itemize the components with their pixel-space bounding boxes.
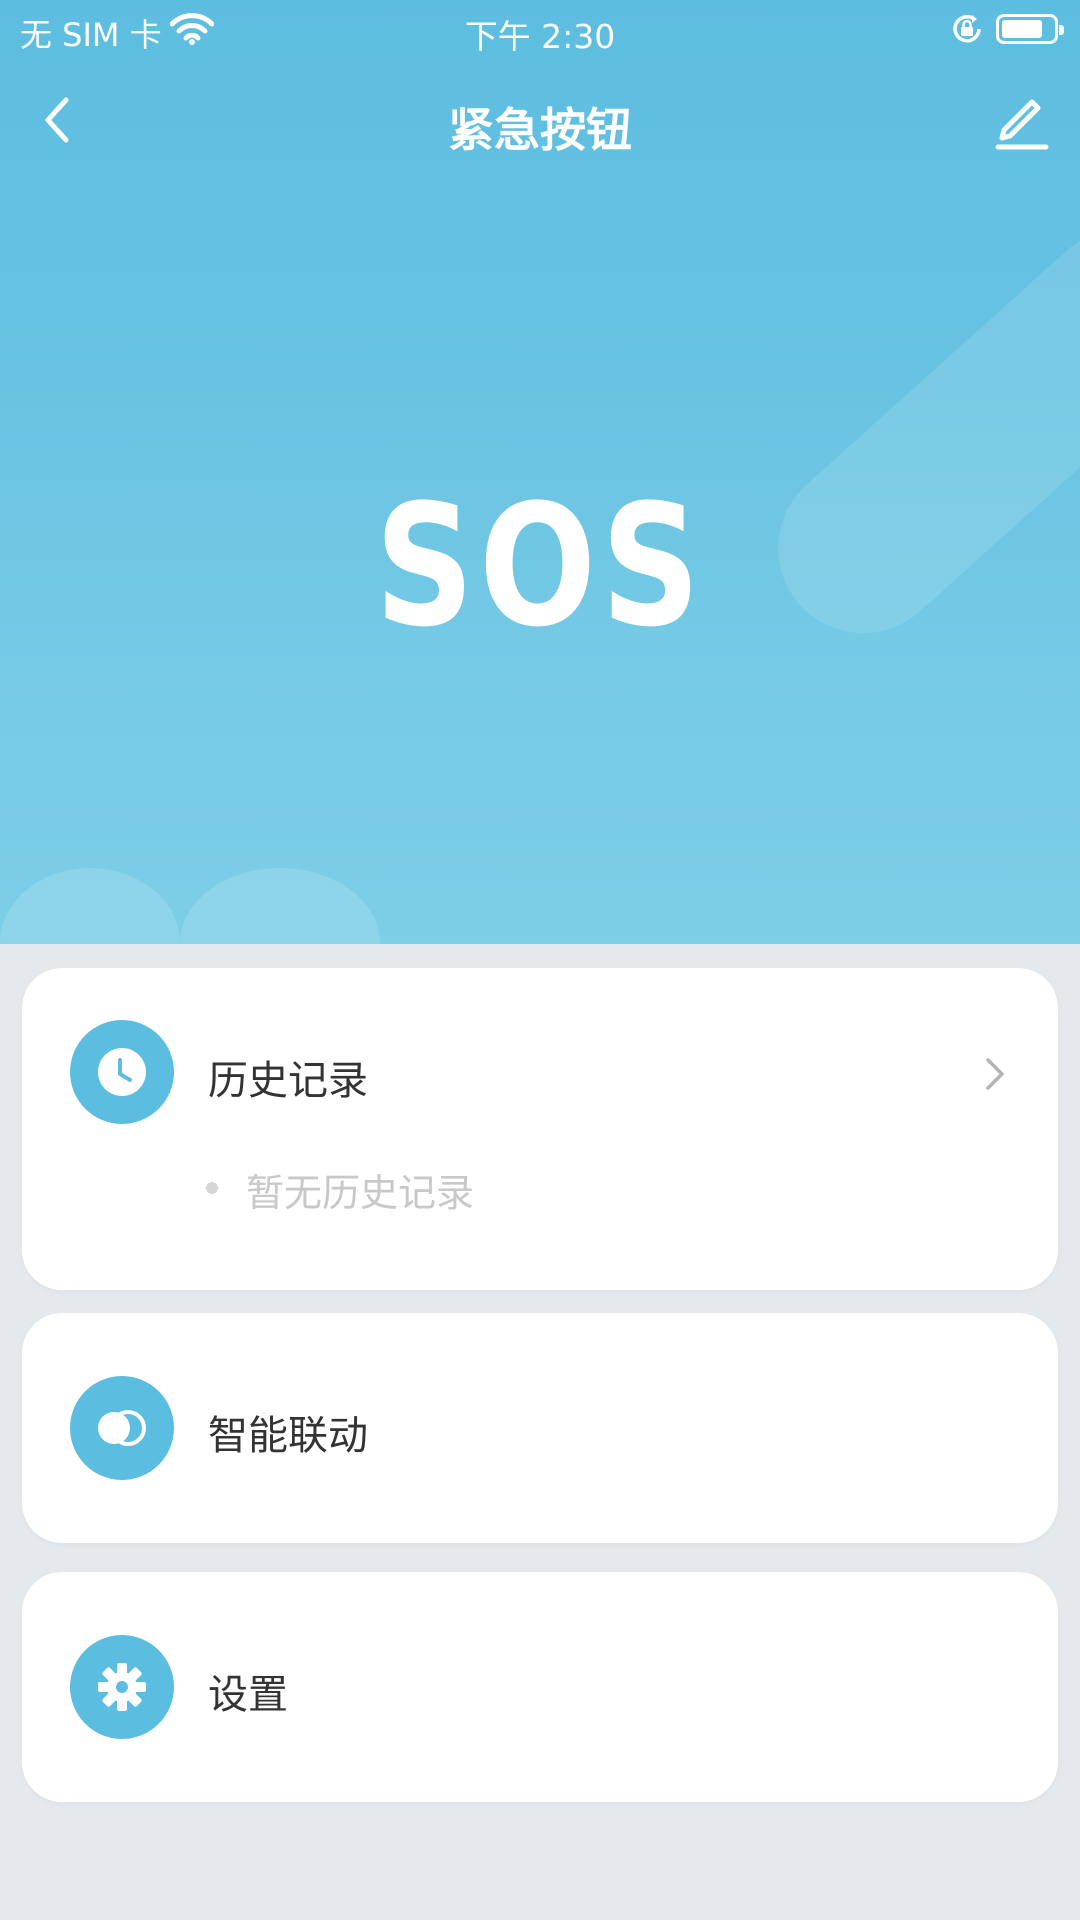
- linkage-icon-badge: [70, 1376, 174, 1480]
- history-card[interactable]: 历史记录 暂无历史记录: [22, 968, 1058, 1290]
- settings-label: 设置: [208, 1672, 288, 1718]
- status-bar: 无 SIM 卡 下午 2:30: [0, 0, 1080, 60]
- history-icon-badge: [70, 1020, 174, 1124]
- history-label: 历史记录: [208, 1058, 368, 1104]
- edit-pencil-icon[interactable]: [990, 88, 1050, 152]
- clock-time: 下午 2:30: [464, 17, 616, 56]
- sos-label: SOS: [374, 468, 706, 664]
- navigation-bar: 紧急按钮: [0, 80, 1080, 160]
- chevron-right-icon[interactable]: [974, 1052, 1014, 1096]
- bullet-dot: [206, 1182, 218, 1194]
- battery-icon: [996, 14, 1064, 44]
- toggle-icon: [98, 1410, 146, 1446]
- smart-linkage-card[interactable]: 智能联动: [22, 1313, 1058, 1543]
- orientation-lock-icon: [950, 12, 984, 50]
- smart-linkage-label: 智能联动: [208, 1413, 368, 1459]
- gear-icon: [98, 1663, 146, 1711]
- decorative-cloud-shape: [0, 868, 180, 944]
- decorative-cloud-shape: [180, 868, 380, 944]
- clock-icon: [98, 1048, 146, 1096]
- settings-card[interactable]: 设置: [22, 1572, 1058, 1802]
- screen: 无 SIM 卡 下午 2:30 紧急按钮 SOS 历史记录 暂无历史记录 智能联…: [0, 0, 1080, 1920]
- page-title: 紧急按钮: [448, 103, 632, 157]
- history-empty-text: 暂无历史记录: [246, 1171, 475, 1215]
- hero-header: 无 SIM 卡 下午 2:30 紧急按钮 SOS: [0, 0, 1080, 944]
- settings-icon-badge: [70, 1635, 174, 1739]
